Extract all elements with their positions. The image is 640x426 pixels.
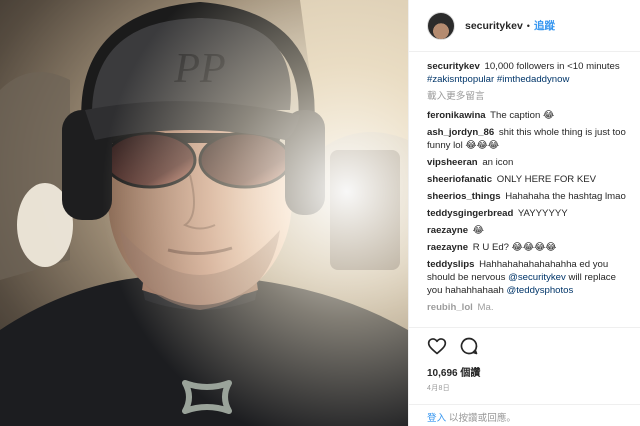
comment-text: YAYYYYYY <box>517 208 568 219</box>
post-actions: 10,696 個讚 4月8日 <box>409 327 640 405</box>
heart-icon[interactable] <box>427 336 447 356</box>
login-link[interactable]: 登入 <box>427 413 446 424</box>
comment-item: ash_jordyn_86 shit this whole thing is j… <box>427 126 634 152</box>
caption-text: 10,000 followers in <10 minutes <box>484 61 620 72</box>
login-prompt: 登入 以按讚或回應。 <box>409 404 640 426</box>
comment-icon[interactable] <box>459 336 479 356</box>
comment-item-partial: reubih_lol Ma. <box>427 301 634 314</box>
likes-count[interactable]: 10,696 個讚 <box>427 364 622 379</box>
comment-username[interactable]: sheerios_things <box>427 191 501 202</box>
comment-username[interactable]: vipsheeran <box>427 157 478 168</box>
post-side-panel: securitykev • 追蹤 securitykev 10,000 foll… <box>408 0 640 426</box>
comment-text: R U Ed? 😂😂😂😂 <box>472 242 557 253</box>
post-header: securitykev • 追蹤 <box>409 0 640 52</box>
comment-text: Ma. <box>477 302 494 313</box>
avatar[interactable] <box>427 11 455 40</box>
comment-item: teddyslips Hahhahahahahahahha ed you sho… <box>427 258 634 297</box>
comment-text: Hahahaha the hashtag lmao <box>505 191 626 202</box>
comment-username[interactable]: sheeriofanatic <box>427 174 492 185</box>
comment-item: feronikawina The caption 😂 <box>427 109 634 122</box>
separator-dot: • <box>526 20 530 31</box>
comment-username[interactable]: ash_jordyn_86 <box>427 127 494 138</box>
header-username[interactable]: securitykev <box>465 20 523 32</box>
login-prompt-text: 以按讚或回應。 <box>448 413 517 424</box>
comment-username[interactable]: teddyslips <box>427 259 474 270</box>
caption-hashtags[interactable]: #zakisntpopular #imthedaddynow <box>427 74 569 85</box>
comment-username[interactable]: reubih_lol <box>427 302 473 313</box>
comment-username[interactable]: feronikawina <box>427 110 486 121</box>
caption-username[interactable]: securitykev <box>427 61 480 72</box>
action-icons <box>427 334 622 358</box>
comment-mention[interactable]: @securitykev <box>508 272 566 283</box>
comment-text: The caption 😂 <box>490 110 555 121</box>
comment-item: raezayne 😂 <box>427 224 634 237</box>
comment-text: 😂 <box>472 225 484 236</box>
caption: securitykev 10,000 followers in <10 minu… <box>427 60 634 86</box>
comment-username[interactable]: raezayne <box>427 242 468 253</box>
comment-item: teddysgingerbread YAYYYYYY <box>427 207 634 220</box>
comment-item: sheerios_things Hahahaha the hashtag lma… <box>427 190 634 203</box>
comment-username[interactable]: raezayne <box>427 225 468 236</box>
comment-mention[interactable]: @teddysphotos <box>507 285 574 296</box>
comment-text: ONLY HERE FOR KEV <box>496 174 597 185</box>
comments-list[interactable]: securitykev 10,000 followers in <10 minu… <box>427 60 634 322</box>
comment-username[interactable]: teddysgingerbread <box>427 208 513 219</box>
follow-button[interactable]: 追蹤 <box>534 18 555 33</box>
load-more-comments-link[interactable]: 載入更多留言 <box>427 90 634 103</box>
post-date: 4月8日 <box>427 385 450 392</box>
selfie-illustration: PP <box>0 0 408 426</box>
comment-item: sheeriofanatic ONLY HERE FOR KEV <box>427 173 634 186</box>
post-photo[interactable]: PP <box>0 0 408 426</box>
comment-item: raezayne R U Ed? 😂😂😂😂 <box>427 241 634 254</box>
comment-item: vipsheeran an icon <box>427 156 634 169</box>
comment-text: an icon <box>482 157 514 168</box>
